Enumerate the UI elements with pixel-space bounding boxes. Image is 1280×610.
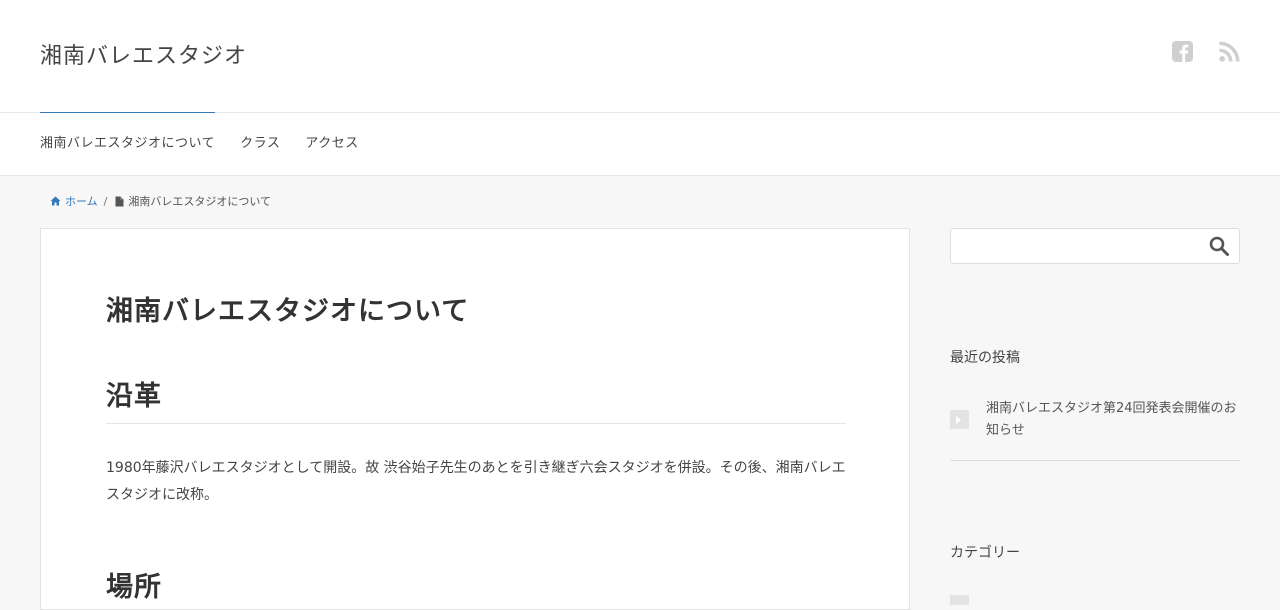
search-box [950, 228, 1240, 264]
sidebar: 最近の投稿 湘南バレエスタジオ第24回発表会開催のお知らせ カテゴリー [950, 228, 1240, 605]
site-title[interactable]: 湘南バレエスタジオ [40, 38, 247, 70]
nav-item-class[interactable]: クラス [240, 113, 280, 175]
global-nav: 湘南バレエスタジオについて クラス アクセス [0, 112, 1280, 176]
breadcrumb-home-link[interactable]: ホーム [50, 193, 98, 209]
category-arrow-icon [950, 595, 969, 605]
section-heading-history: 沿革 [106, 381, 162, 412]
section-heading-location: 場所 [106, 572, 162, 603]
social-links [1172, 41, 1240, 62]
search-input[interactable] [951, 229, 1211, 261]
heading-divider [106, 423, 846, 424]
nav-item-access[interactable]: アクセス [305, 113, 358, 175]
nav-item-about[interactable]: 湘南バレエスタジオについて [40, 112, 216, 175]
site-header: 湘南バレエスタジオ [0, 0, 1280, 113]
rss-icon[interactable] [1219, 41, 1240, 62]
page-icon [115, 196, 124, 206]
breadcrumb-separator: / [103, 194, 108, 208]
home-icon [50, 196, 61, 206]
breadcrumb-home-label: ホーム [65, 195, 98, 208]
facebook-icon[interactable] [1172, 41, 1193, 62]
page-title: 湘南バレエスタジオについて [106, 296, 470, 327]
search-icon[interactable] [1209, 236, 1229, 256]
breadcrumb-current-label: 湘南バレエスタジオについて [128, 195, 272, 208]
history-text: 1980年藤沢バレエスタジオとして開設。故 渋谷始子先生のあとを引き継ぎ六会スタ… [106, 460, 846, 503]
chevron-right-icon [950, 410, 969, 429]
recent-post-item: 湘南バレエスタジオ第24回発表会開催のお知らせ [950, 398, 1240, 461]
recent-posts-title: 最近の投稿 [950, 350, 1020, 366]
main-content: 湘南バレエスタジオについて 沿革 1980年藤沢バレエスタジオとして開設。故 渋… [40, 228, 910, 610]
recent-post-link[interactable]: 湘南バレエスタジオ第24回発表会開催のお知らせ [986, 398, 1241, 442]
categories-title: カテゴリー [950, 545, 1020, 561]
breadcrumb-current: 湘南バレエスタジオについて [115, 193, 271, 209]
breadcrumb: ホーム / 湘南バレエスタジオについて [50, 193, 271, 209]
